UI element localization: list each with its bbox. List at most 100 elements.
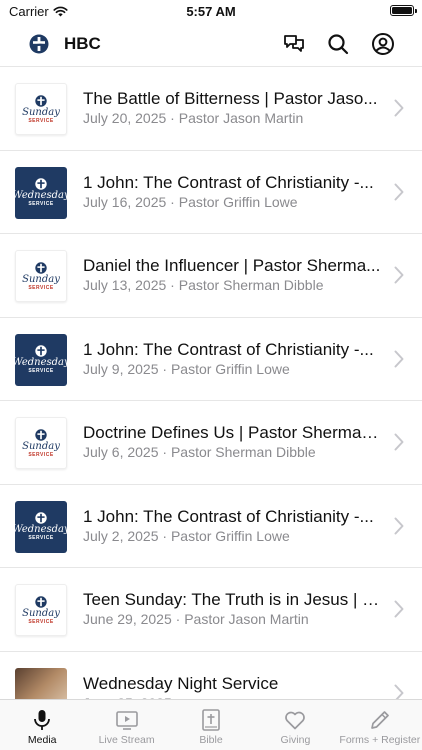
media-thumbnail: [15, 667, 67, 700]
media-meta: July 20, 2025 · Pastor Jason Martin: [83, 110, 381, 126]
church-logo-icon: [35, 345, 47, 357]
chat-button[interactable]: [282, 32, 306, 56]
chevron-right-icon: [394, 684, 404, 700]
tv-icon: [115, 711, 138, 730]
tab-label: Giving: [280, 734, 311, 746]
thumb-script-text: Wednesday: [15, 524, 67, 535]
meta-separator: ·: [158, 527, 171, 544]
meta-separator: ·: [166, 110, 179, 126]
pencil-icon: [370, 711, 389, 729]
chevron-right-icon: [394, 99, 404, 117]
tab-live-stream[interactable]: Live Stream: [84, 700, 168, 750]
media-date: July 2, 2025: [83, 527, 159, 544]
church-logo-icon: [35, 261, 47, 274]
meta-separator: ·: [171, 611, 185, 627]
media-thumbnail: Wednesday SERVICE: [15, 333, 67, 386]
chevron-right-icon: [394, 183, 404, 200]
thumb-sub-text: SERVICE: [28, 535, 54, 541]
status-bar: Carrier 5:57 AM: [0, 0, 422, 24]
media-meta: July 2, 2025 · Pastor Griffin Lowe: [83, 528, 381, 544]
tab-bar: Media Live Stream Bible Giving Forms + Regis…: [0, 699, 422, 750]
media-thumbnail: Wednesday SERVICE: [15, 166, 67, 219]
bible-icon: [202, 709, 220, 731]
media-thumbnail: Sunday SERVICE: [15, 584, 67, 636]
thumb-sub-text: SERVICE: [28, 618, 54, 625]
media-meta: July 9, 2025 · Pastor Griffin Lowe: [83, 361, 381, 377]
media-list-item[interactable]: Wednesday SERVICE 1 John: The Contrast of …: [0, 485, 422, 568]
media-speaker: Pastor Griffin Lowe: [170, 527, 290, 544]
thumb-script-text: Sunday: [22, 440, 60, 452]
media-date: July 13, 2025: [83, 277, 167, 293]
thumb-script-text: Sunday: [22, 273, 60, 285]
tab-bible[interactable]: Bible: [169, 700, 253, 750]
media-list[interactable]: Sunday SERVICE The Battle of Bitterness | …: [0, 66, 422, 700]
thumb-sub-text: SERVICE: [28, 451, 54, 458]
tab-forms-register[interactable]: Forms + Register: [338, 700, 422, 750]
app-title: HBC: [64, 34, 101, 53]
thumb-script-text: Sunday: [22, 106, 60, 118]
thumb-script-text: Sunday: [22, 607, 60, 619]
media-list-item[interactable]: Wednesday Night ServiceJune 25, 2025: [0, 652, 422, 700]
media-speaker: Pastor Griffin Lowe: [170, 360, 290, 377]
media-speaker: Pastor Griffin Lowe: [178, 193, 298, 210]
chevron-right-icon: [394, 600, 404, 618]
media-date: July 20, 2025: [83, 110, 167, 126]
media-speaker: Pastor Sherman Dibble: [178, 277, 324, 293]
user-circle-icon: [372, 33, 394, 55]
media-list-item[interactable]: Sunday SERVICE Daniel the Influencer | Pas…: [0, 234, 422, 318]
thumb-script-text: Wednesday: [15, 190, 67, 201]
tab-giving[interactable]: Giving: [253, 700, 337, 750]
media-list-item[interactable]: Sunday SERVICE Teen Sunday: The Truth is i…: [0, 568, 422, 652]
media-meta: July 6, 2025 · Pastor Sherman Dibble: [83, 444, 381, 460]
media-date: June 29, 2025: [83, 611, 172, 627]
thumb-sub-text: SERVICE: [28, 284, 54, 291]
meta-separator: ·: [158, 360, 171, 377]
church-logo-icon: [35, 595, 47, 608]
media-list-item[interactable]: Wednesday SERVICE 1 John: The Contrast of …: [0, 151, 422, 234]
media-title: 1 John: The Contrast of Christianity -..…: [83, 506, 374, 526]
battery-icon: [390, 5, 417, 16]
search-button[interactable]: [326, 32, 350, 56]
thumb-sub-text: SERVICE: [28, 201, 54, 207]
media-title: Daniel the Influencer | Pastor Sherma...: [83, 256, 381, 275]
media-date: July 9, 2025: [83, 360, 159, 377]
tab-label: Live Stream: [98, 734, 155, 746]
media-speaker: Pastor Jason Martin: [184, 611, 309, 627]
church-logo-icon: [35, 94, 47, 107]
media-speaker: Pastor Sherman Dibble: [170, 444, 316, 460]
media-thumbnail: Sunday SERVICE: [15, 417, 67, 469]
church-logo-icon[interactable]: [29, 34, 49, 54]
media-title: Teen Sunday: The Truth is in Jesus | P..…: [83, 590, 381, 609]
media-meta: June 29, 2025 · Pastor Jason Martin: [83, 611, 381, 627]
church-logo-icon: [35, 428, 47, 441]
media-title: Wednesday Night Service: [83, 673, 279, 693]
thumb-script-text: Wednesday: [15, 357, 67, 368]
meta-separator: ·: [166, 277, 179, 293]
media-list-item[interactable]: Sunday SERVICE The Battle of Bitterness | …: [0, 67, 422, 151]
media-date: July 6, 2025: [83, 444, 159, 460]
media-list-item[interactable]: Wednesday SERVICE 1 John: The Contrast of …: [0, 318, 422, 401]
status-time: 5:57 AM: [186, 4, 236, 19]
chevron-right-icon: [394, 350, 404, 367]
heart-icon: [285, 711, 306, 730]
tab-media[interactable]: Media: [0, 700, 84, 750]
thumb-sub-text: SERVICE: [28, 368, 54, 374]
media-title: 1 John: The Contrast of Christianity -..…: [83, 172, 374, 192]
chevron-right-icon: [394, 517, 404, 534]
microphone-icon: [34, 710, 51, 730]
meta-separator: ·: [166, 193, 179, 210]
media-thumbnail: Sunday SERVICE: [15, 250, 67, 302]
church-logo-icon: [35, 178, 47, 190]
search-icon: [328, 34, 349, 55]
media-list-item[interactable]: Sunday SERVICE Doctrine Defines Us | Pasto…: [0, 401, 422, 485]
media-meta: July 13, 2025 · Pastor Sherman Dibble: [83, 277, 381, 293]
media-date: July 16, 2025: [83, 193, 167, 210]
app-header: HBC: [0, 24, 422, 66]
church-logo-icon: [35, 512, 47, 524]
thumb-sub-text: SERVICE: [28, 117, 54, 124]
chevron-right-icon: [394, 433, 404, 451]
media-thumbnail: Wednesday SERVICE: [15, 500, 67, 553]
profile-button[interactable]: [371, 32, 395, 56]
media-thumbnail: Sunday SERVICE: [15, 83, 67, 135]
media-title: The Battle of Bitterness | Pastor Jaso..…: [83, 89, 378, 108]
